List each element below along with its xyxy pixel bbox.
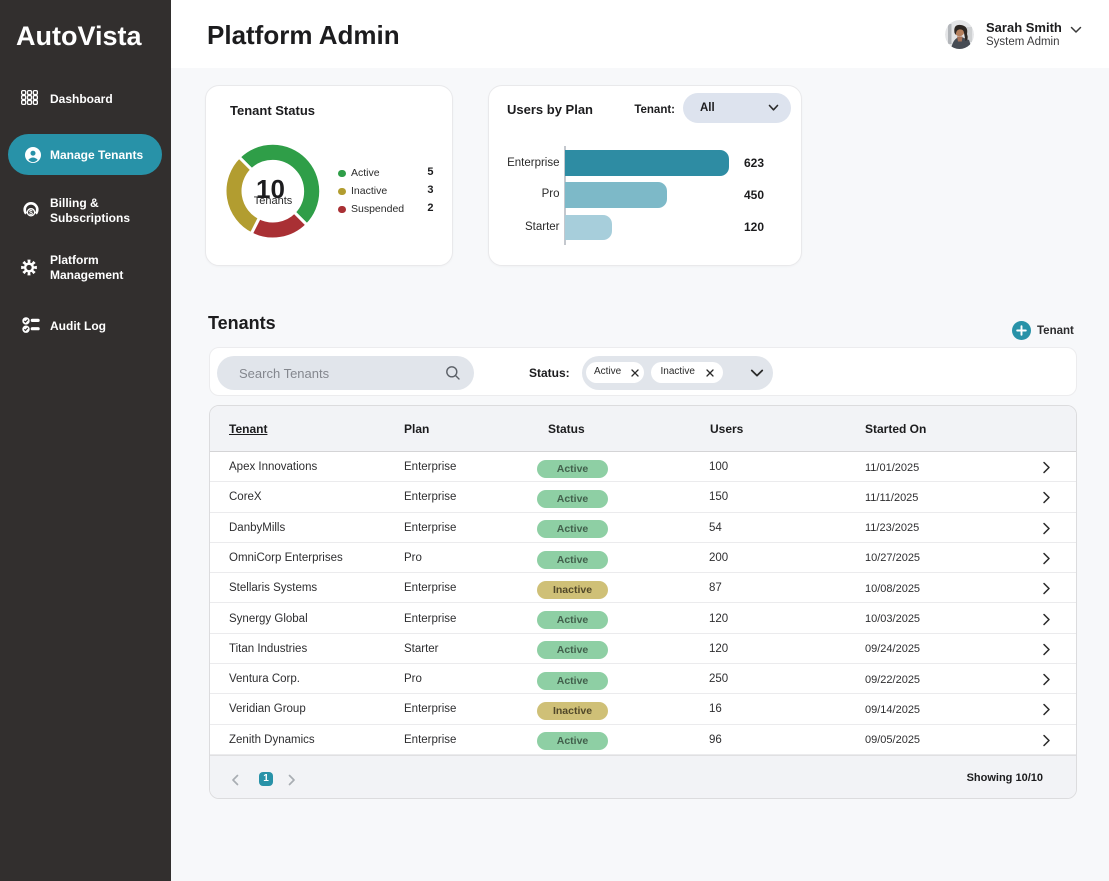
svg-text:$: $ bbox=[29, 210, 33, 217]
